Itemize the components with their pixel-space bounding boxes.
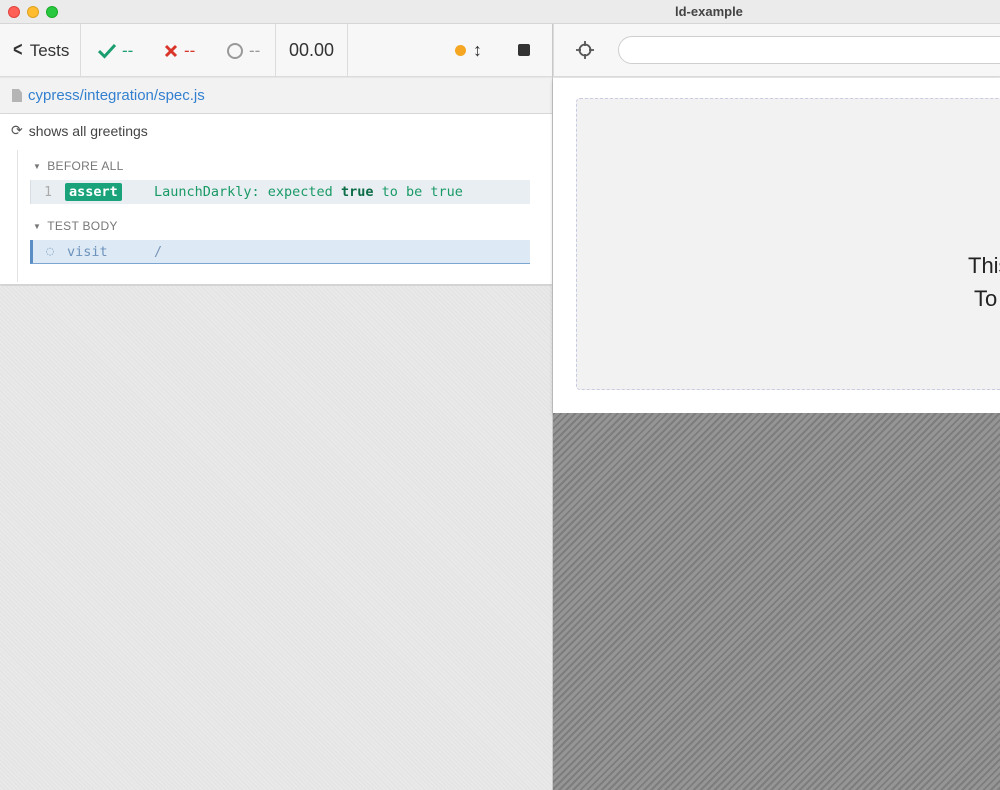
pending-circle-icon (227, 42, 243, 59)
auto-scroll-toggle-icon[interactable]: ↕ (473, 24, 482, 77)
running-indicator-dot (455, 45, 466, 56)
divider (80, 24, 81, 77)
spinner-icon: ◌ (46, 244, 54, 259)
reporter-empty-area (0, 286, 553, 790)
command-row-assert[interactable]: 1 assert LaunchDarkly: expected true to … (30, 180, 530, 204)
duration-timer: 00.00 (289, 40, 335, 60)
spec-file-bar: cypress/integration/spec.js (0, 78, 553, 114)
runnable-indent-line (17, 150, 18, 282)
pending-count: -- (249, 40, 261, 60)
spec-file-link[interactable]: cypress/integration/spec.js (28, 87, 205, 104)
divider (347, 24, 348, 77)
failed-count: -- (184, 40, 196, 60)
command-message: LaunchDarkly: expected true to be true (154, 184, 463, 200)
stop-button[interactable] (518, 44, 530, 56)
x-icon (164, 44, 178, 57)
file-icon (12, 89, 22, 102)
hook-before-all-label: BEFORE ALL (47, 159, 124, 173)
aut-empty-area (553, 413, 1000, 790)
hook-test-body-label: TEST BODY (47, 219, 118, 233)
command-row-visit[interactable]: ◌ visit / (30, 240, 530, 264)
divider (275, 24, 276, 77)
test-title-row[interactable]: ⟳ shows all greetings (11, 122, 148, 139)
failed-stat: -- (164, 24, 195, 77)
check-icon (98, 43, 116, 59)
test-title: shows all greetings (28, 122, 148, 139)
command-name-visit: visit (67, 243, 108, 260)
tests-back-button[interactable]: < Tests (12, 24, 69, 77)
caret-down-icon: ▼ (33, 221, 42, 231)
divider (553, 24, 554, 77)
caret-down-icon: ▼ (33, 161, 42, 171)
command-name-assert: assert (65, 183, 122, 201)
passed-stat: -- (98, 24, 133, 77)
passed-count: -- (122, 40, 134, 60)
aut-text-line-1: This (968, 253, 1000, 278)
pending-stat: -- (227, 24, 260, 77)
chevron-left-icon: < (13, 39, 23, 61)
aut-url-field[interactable] (618, 36, 1000, 64)
aut-content-box (576, 98, 1000, 390)
hook-test-body[interactable]: ▼ TEST BODY (33, 219, 118, 233)
tests-label: Tests (29, 40, 70, 60)
window-title: ld-example (675, 4, 743, 19)
reporter-header: < Tests -- -- -- 00.00 (0, 24, 553, 77)
message-value-expected: true (340, 184, 374, 200)
refresh-icon: ⟳ (11, 122, 23, 138)
window-titlebar: ld-example (0, 0, 1000, 24)
test-pane: ⟳ shows all greetings ▼ BEFORE ALL 1 ass… (0, 114, 553, 285)
hook-before-all[interactable]: ▼ BEFORE ALL (33, 159, 124, 173)
message-value-actual: true (430, 184, 463, 200)
command-visit-url: / (154, 243, 163, 260)
message-prefix: LaunchDarkly: expected (154, 184, 333, 200)
selector-playground-crosshair-icon[interactable] (576, 41, 594, 59)
message-mid: to be (381, 184, 423, 200)
command-number: 1 (44, 184, 52, 200)
aut-text-line-2: To (974, 286, 998, 311)
